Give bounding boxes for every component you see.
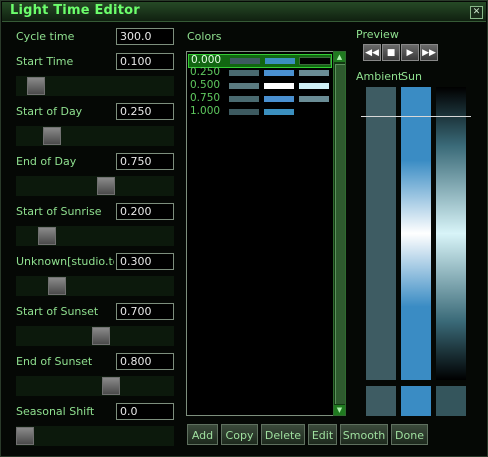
param-value-field[interactable]: [116, 103, 174, 120]
scroll-up-icon[interactable]: ▲: [334, 52, 345, 62]
slider-thumb[interactable]: [38, 227, 56, 245]
done-button[interactable]: Done: [391, 424, 428, 445]
fast-forward-icon[interactable]: ▶▶: [420, 44, 438, 61]
slider-thumb[interactable]: [97, 177, 115, 195]
param-slider[interactable]: [16, 226, 174, 246]
param-label: End of Day: [16, 155, 77, 168]
sky-color-swatch: [299, 96, 329, 102]
slider-thumb[interactable]: [27, 77, 45, 95]
title-bar[interactable]: Light Time Editor ✕: [2, 2, 486, 22]
param-value-field[interactable]: [116, 303, 174, 320]
param-label: Seasonal Shift: [16, 405, 95, 418]
color-list-item[interactable]: 0.250: [188, 66, 330, 79]
ambient-color-swatch: [230, 58, 260, 64]
param-label: Start of Day: [16, 105, 83, 118]
colors-scrollbar[interactable]: ▲ ▼: [333, 51, 346, 416]
param-slider[interactable]: [16, 426, 174, 446]
copy-button[interactable]: Copy: [221, 424, 258, 445]
ambient-color-swatch: [229, 96, 259, 102]
color-time-label: 0.500: [190, 79, 221, 91]
sun-color-swatch: [264, 70, 294, 76]
add-button[interactable]: Add: [187, 424, 218, 445]
ambient-color-swatch: [229, 70, 259, 76]
color-list-item[interactable]: 0.750: [188, 92, 330, 105]
param-value-field[interactable]: [116, 28, 174, 45]
param-slider[interactable]: [16, 126, 174, 146]
color-time-label: 0.000: [191, 54, 222, 66]
sun-color-swatch: [264, 96, 294, 102]
stop-icon[interactable]: ■: [382, 44, 400, 61]
slider-thumb[interactable]: [92, 327, 110, 345]
rewind-icon[interactable]: ◀◀: [363, 44, 381, 61]
param-label: End of Sunset: [16, 355, 93, 368]
play-icon[interactable]: ▶: [401, 44, 419, 61]
param-label: Start of Sunset: [16, 305, 99, 318]
param-value-field[interactable]: [116, 403, 174, 420]
param-slider[interactable]: [16, 176, 174, 196]
sun-color-swatch: [265, 58, 295, 64]
color-list-item[interactable]: 0.500: [188, 79, 330, 92]
param-slider[interactable]: [16, 376, 174, 396]
sun-label: Sun: [401, 70, 422, 83]
ambient-color-swatch: [229, 109, 259, 115]
sky-color-swatch: [299, 70, 329, 76]
smooth-button[interactable]: Smooth: [340, 424, 388, 445]
ambient-color-swatch: [366, 386, 396, 416]
param-label: Cycle time: [16, 30, 75, 43]
delete-button[interactable]: Delete: [261, 424, 305, 445]
ambient-gradient-bar: [366, 87, 396, 380]
param-slider[interactable]: [16, 276, 174, 296]
ambient-label: Ambient: [356, 70, 403, 83]
slider-thumb[interactable]: [16, 427, 34, 445]
sun-color-swatch: [264, 83, 294, 89]
current-time-indicator[interactable]: [361, 116, 471, 117]
ambient-color-swatch: [229, 83, 259, 89]
param-slider[interactable]: [16, 76, 174, 96]
param-label: Unknown[studio.tool]: [16, 255, 114, 268]
slider-thumb[interactable]: [102, 377, 120, 395]
param-value-field[interactable]: [116, 203, 174, 220]
sky-color-swatch: [299, 83, 329, 89]
colors-list[interactable]: 0.000 0.250 0.500 0.750 1.000: [186, 51, 334, 416]
scroll-down-icon[interactable]: ▼: [334, 405, 345, 415]
sky-color-swatch: [299, 57, 331, 65]
color-time-label: 0.250: [190, 66, 221, 78]
sun-gradient-bar: [401, 87, 431, 380]
color-list-item[interactable]: 1.000: [188, 105, 330, 118]
preview-label: Preview: [356, 28, 399, 41]
colors-header: Colors: [187, 30, 222, 43]
param-value-field[interactable]: [116, 153, 174, 170]
sky-color-swatch: [436, 386, 466, 416]
window-title: Light Time Editor: [10, 3, 140, 18]
color-time-label: 1.000: [190, 105, 221, 117]
color-time-label: 0.750: [190, 92, 221, 104]
sun-color-swatch: [264, 109, 294, 115]
param-label: Start of Sunrise: [16, 205, 102, 218]
param-label: Start Time: [16, 55, 74, 68]
scroll-thumb[interactable]: [335, 64, 345, 404]
param-value-field[interactable]: [116, 253, 174, 270]
close-icon[interactable]: ✕: [470, 6, 483, 19]
slider-thumb[interactable]: [48, 277, 66, 295]
param-value-field[interactable]: [116, 53, 174, 70]
sun-color-swatch: [401, 386, 431, 416]
param-slider[interactable]: [16, 326, 174, 346]
param-value-field[interactable]: [116, 353, 174, 370]
slider-thumb[interactable]: [43, 127, 61, 145]
sky-gradient-bar: [436, 87, 466, 380]
edit-button[interactable]: Edit: [308, 424, 337, 445]
